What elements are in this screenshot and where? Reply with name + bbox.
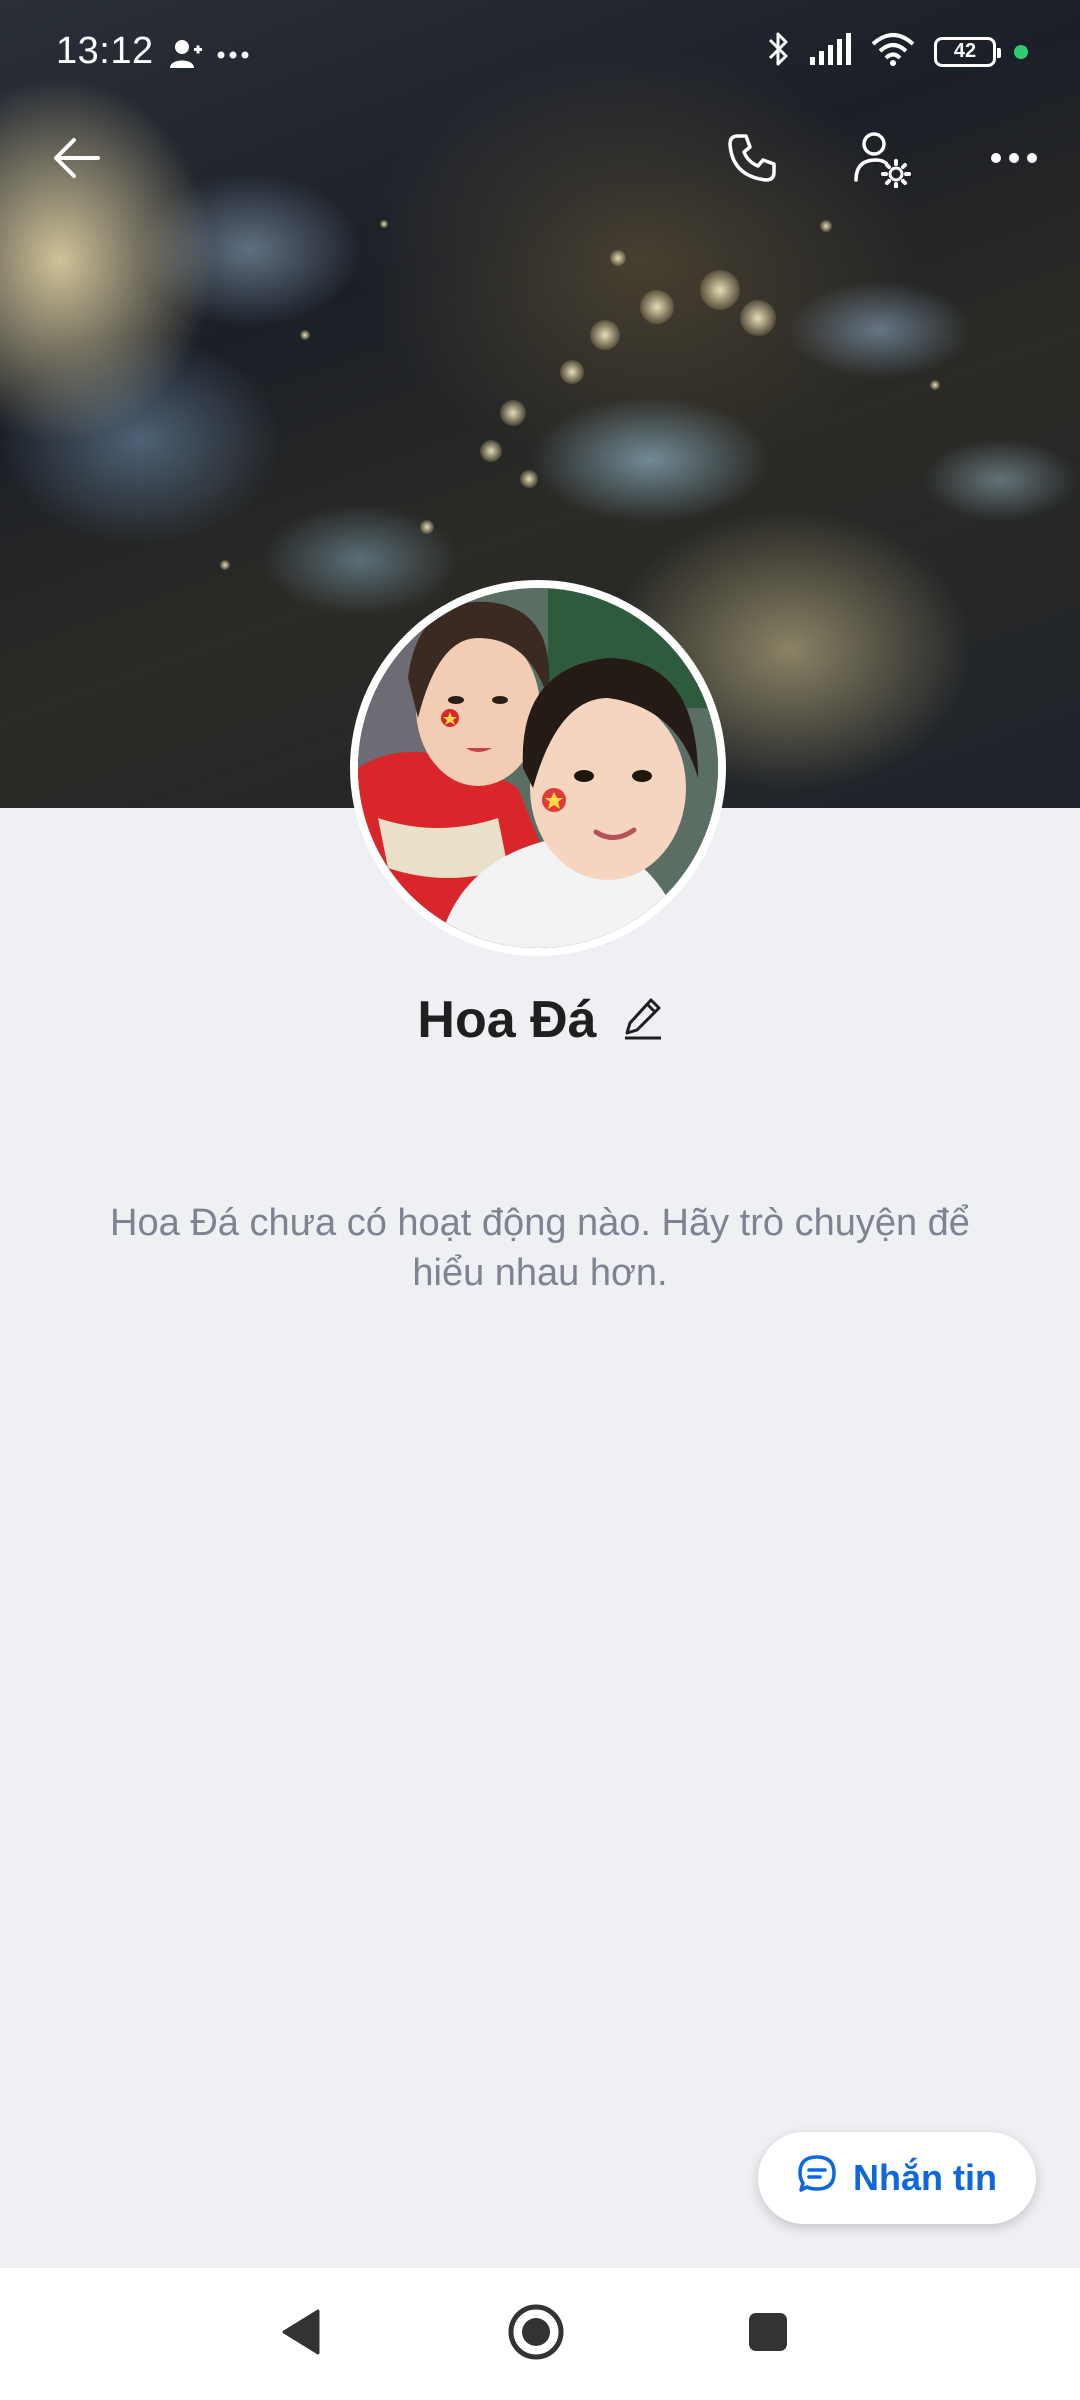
status-bar: 13:12 42 [0, 0, 1080, 108]
privacy-indicator-dot [1014, 44, 1028, 59]
cover-sparkle [420, 520, 434, 534]
user-settings-icon [852, 128, 912, 193]
profile-screen: 13:12 42 Hoa Đá Hoa Đá chưa có hoạt động… [0, 0, 1080, 2400]
back-arrow-icon [50, 136, 102, 185]
cover-sparkle [610, 250, 626, 266]
signal-icon [808, 33, 852, 70]
profile-avatar[interactable] [350, 580, 726, 956]
send-message-button[interactable]: Nhắn tin [758, 2132, 1036, 2224]
status-right-icons: 42 [766, 30, 1028, 73]
cover-sparkle [740, 300, 776, 336]
cover-sparkle [520, 470, 538, 488]
phone-icon [724, 130, 780, 191]
call-button[interactable] [710, 118, 794, 202]
empty-activity-message: Hoa Đá chưa có hoạt động nào. Hãy trò ch… [110, 1202, 970, 1294]
cover-sparkle [820, 220, 832, 232]
send-message-label: Nhắn tin [853, 2157, 997, 2198]
chat-bubble-icon [797, 2154, 837, 2203]
status-time: 13:12 [56, 30, 154, 72]
profile-name: Hoa Đá [417, 991, 597, 1049]
nav-recents-button[interactable] [732, 2298, 804, 2370]
cover-sparkle [640, 290, 674, 324]
more-options-button[interactable] [972, 118, 1056, 202]
profile-action-bar [0, 118, 1080, 202]
cover-sparkle [930, 380, 940, 390]
back-button[interactable] [34, 118, 118, 202]
recents-square-icon [746, 2310, 790, 2359]
cover-sparkle [380, 220, 388, 228]
more-icon [990, 151, 1038, 169]
battery-icon: 42 [934, 36, 1001, 67]
system-nav-bar [0, 2268, 1080, 2400]
cover-sparkle [500, 400, 526, 426]
avatar-photo [358, 588, 718, 948]
bluetooth-icon [766, 30, 790, 73]
pencil-icon [623, 998, 663, 1044]
more-dots-icon [216, 47, 250, 65]
cover-sparkle [480, 440, 502, 462]
battery-level: 42 [953, 40, 977, 62]
home-circle-icon [506, 2302, 566, 2367]
cover-sparkle [300, 330, 310, 340]
cover-sparkle [560, 360, 584, 384]
profile-settings-button[interactable] [840, 118, 924, 202]
status-left-icons [168, 36, 250, 75]
cover-sparkle [590, 320, 620, 350]
cover-sparkle [700, 270, 740, 310]
nav-back-button[interactable] [264, 2298, 336, 2370]
cover-sparkle [220, 560, 230, 570]
profile-name-row: Hoa Đá [0, 990, 1080, 1050]
nav-home-button[interactable] [500, 2298, 572, 2370]
edit-name-button[interactable] [623, 996, 663, 1045]
contact-icon [168, 36, 202, 75]
wifi-icon [870, 32, 916, 71]
back-triangle-icon [278, 2307, 322, 2362]
